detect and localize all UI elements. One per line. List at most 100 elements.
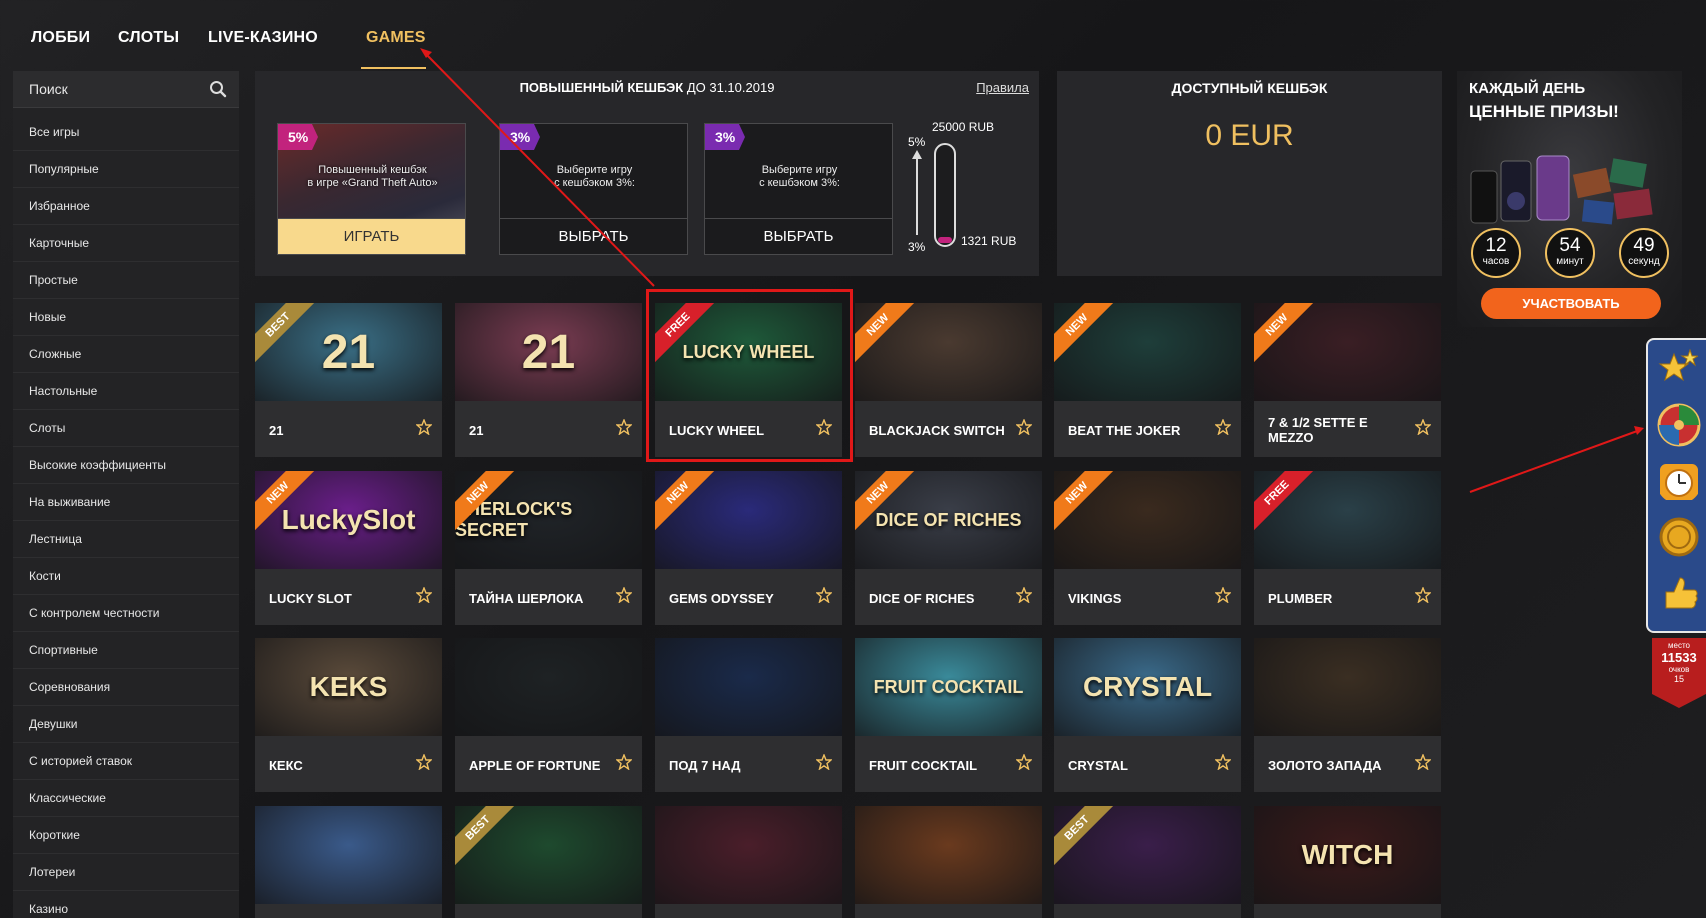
favorite-star-icon[interactable]	[1016, 587, 1032, 603]
sidebar-category-item[interactable]: Классические	[13, 780, 239, 817]
favorite-star-icon[interactable]	[616, 754, 632, 770]
sidebar-category-item[interactable]: Сложные	[13, 336, 239, 373]
rules-link[interactable]: Правила	[976, 80, 1029, 95]
favorite-star-icon[interactable]	[1415, 587, 1431, 603]
choose-button[interactable]: ВЫБРАТЬ	[705, 218, 892, 254]
game-tile[interactable]: NEW BEAT THE JOKER	[1054, 303, 1241, 457]
game-thumbnail[interactable]: 21 BEST	[255, 303, 442, 401]
game-thumbnail[interactable]: FREE	[1254, 471, 1441, 569]
search-input[interactable]: Поиск	[13, 71, 239, 108]
sidebar-category-item[interactable]: Карточные	[13, 225, 239, 262]
favorite-star-icon[interactable]	[416, 587, 432, 603]
favorite-star-icon[interactable]	[616, 419, 632, 435]
favorite-star-icon[interactable]	[816, 587, 832, 603]
favorite-star-icon[interactable]	[1016, 754, 1032, 770]
favorite-star-icon[interactable]	[1215, 754, 1231, 770]
sidebar-category-item[interactable]: С контролем честности	[13, 595, 239, 632]
game-tile[interactable]: WITCH	[1254, 806, 1441, 918]
game-tile[interactable]: ПОД 7 НАД	[655, 638, 842, 792]
sidebar-category-item[interactable]: Кости	[13, 558, 239, 595]
sidebar-category-item[interactable]: Короткие	[13, 817, 239, 854]
game-thumbnail[interactable]	[655, 806, 842, 904]
game-tile[interactable]: FRUIT COCKTAIL FRUIT COCKTAIL	[855, 638, 1042, 792]
game-thumbnail[interactable]: BEST	[1054, 806, 1241, 904]
thumbs-up-icon[interactable]	[1656, 570, 1702, 616]
sidebar-category-item[interactable]: Новые	[13, 299, 239, 336]
favorite-star-icon[interactable]	[816, 754, 832, 770]
favorite-star-icon[interactable]	[1215, 419, 1231, 435]
game-thumbnail[interactable]: WITCH	[1254, 806, 1441, 904]
game-tile[interactable]: NEW BLACKJACK SWITCH	[855, 303, 1042, 457]
game-tile[interactable]: APPLE OF FORTUNE	[455, 638, 642, 792]
game-tile[interactable]: 21 BEST 21	[255, 303, 442, 457]
clock-icon[interactable]	[1656, 458, 1702, 504]
nav-games[interactable]: GAMES	[366, 29, 426, 47]
game-thumbnail[interactable]: DICE OF RICHES NEW	[855, 471, 1042, 569]
game-tile[interactable]: SHERLOCK'S SECRET NEW ТАЙНА ШЕРЛОКА	[455, 471, 642, 625]
game-thumbnail[interactable]: 21	[455, 303, 642, 401]
sidebar-category-item[interactable]: На выживание	[13, 484, 239, 521]
search-icon[interactable]	[209, 80, 227, 98]
favorite-star-icon[interactable]	[416, 419, 432, 435]
game-thumbnail[interactable]: NEW	[855, 303, 1042, 401]
sidebar-category-item[interactable]: Девушки	[13, 706, 239, 743]
sidebar-category-item[interactable]: Соревнования	[13, 669, 239, 706]
nav-live-casino[interactable]: LIVE-КАЗИНО	[208, 29, 318, 47]
game-thumbnail[interactable]: NEW	[1054, 471, 1241, 569]
sidebar-category-item[interactable]: Лотереи	[13, 854, 239, 891]
game-tile[interactable]: NEW 7 & 1/2 SETTE E MEZZO	[1254, 303, 1441, 457]
favorite-star-icon[interactable]	[1415, 754, 1431, 770]
game-tile[interactable]	[255, 806, 442, 918]
game-thumbnail[interactable]: LuckySlot NEW	[255, 471, 442, 569]
game-tile[interactable]: 21 21	[455, 303, 642, 457]
game-thumbnail[interactable]: KEKS	[255, 638, 442, 736]
favorite-star-icon[interactable]	[1215, 587, 1231, 603]
game-tile[interactable]: NEW VIKINGS	[1054, 471, 1241, 625]
sidebar-category-item[interactable]: Избранное	[13, 188, 239, 225]
game-thumbnail[interactable]: BEST	[455, 806, 642, 904]
daily-prizes-banner[interactable]: КАЖДЫЙ ДЕНЬ ЦЕННЫЕ ПРИЗЫ! 12 часов 54 ми…	[1457, 71, 1682, 327]
game-tile[interactable]: BEST	[1054, 806, 1241, 918]
game-thumbnail[interactable]	[655, 638, 842, 736]
game-thumbnail[interactable]	[1254, 638, 1441, 736]
sidebar-category-item[interactable]: Простые	[13, 262, 239, 299]
nav-slots[interactable]: СЛОТЫ	[118, 29, 179, 47]
choose-button[interactable]: ВЫБРАТЬ	[500, 218, 687, 254]
sidebar-category-item[interactable]: Казино	[13, 891, 239, 918]
game-tile[interactable]	[655, 806, 842, 918]
sidebar-category-item[interactable]: Лестница	[13, 521, 239, 558]
game-tile[interactable]: DICE OF RICHES NEW DICE OF RICHES	[855, 471, 1042, 625]
coin-icon[interactable]	[1656, 514, 1702, 560]
stars-icon[interactable]	[1656, 346, 1702, 392]
favorite-star-icon[interactable]	[416, 754, 432, 770]
game-thumbnail[interactable]: CRYSTAL	[1054, 638, 1241, 736]
game-thumbnail[interactable]: NEW	[655, 471, 842, 569]
sidebar-category-item[interactable]: Спортивные	[13, 632, 239, 669]
game-thumbnail[interactable]: NEW	[1254, 303, 1441, 401]
game-thumbnail[interactable]	[455, 638, 642, 736]
game-tile[interactable]: LuckySlot NEW LUCKY SLOT	[255, 471, 442, 625]
nav-lobby[interactable]: ЛОББИ	[31, 29, 90, 47]
sidebar-category-item[interactable]: С историей ставок	[13, 743, 239, 780]
game-tile[interactable]: CRYSTAL CRYSTAL	[1054, 638, 1241, 792]
game-thumbnail[interactable]	[855, 806, 1042, 904]
sidebar-category-item[interactable]: Настольные	[13, 373, 239, 410]
game-thumbnail[interactable]: FRUIT COCKTAIL	[855, 638, 1042, 736]
participate-button[interactable]: УЧАСТВОВАТЬ	[1481, 288, 1661, 319]
game-tile[interactable]: FREE PLUMBER	[1254, 471, 1441, 625]
sidebar-category-item[interactable]: Все игры	[13, 114, 239, 151]
game-thumbnail[interactable]: NEW	[1054, 303, 1241, 401]
favorite-star-icon[interactable]	[1415, 419, 1431, 435]
sidebar-category-item[interactable]: Слоты	[13, 410, 239, 447]
game-tile[interactable]: NEW GEMS ODYSSEY	[655, 471, 842, 625]
game-tile[interactable]	[855, 806, 1042, 918]
favorite-star-icon[interactable]	[616, 587, 632, 603]
play-button[interactable]: ИГРАТЬ	[278, 218, 465, 254]
game-thumbnail[interactable]: SHERLOCK'S SECRET NEW	[455, 471, 642, 569]
sidebar-category-item[interactable]: Высокие коэффициенты	[13, 447, 239, 484]
game-tile[interactable]: ЗОЛОТО ЗАПАДА	[1254, 638, 1441, 792]
sidebar-category-item[interactable]: Популярные	[13, 151, 239, 188]
favorite-star-icon[interactable]	[1016, 419, 1032, 435]
game-tile[interactable]: KEKS КЕКС	[255, 638, 442, 792]
wheel-icon[interactable]	[1656, 402, 1702, 448]
